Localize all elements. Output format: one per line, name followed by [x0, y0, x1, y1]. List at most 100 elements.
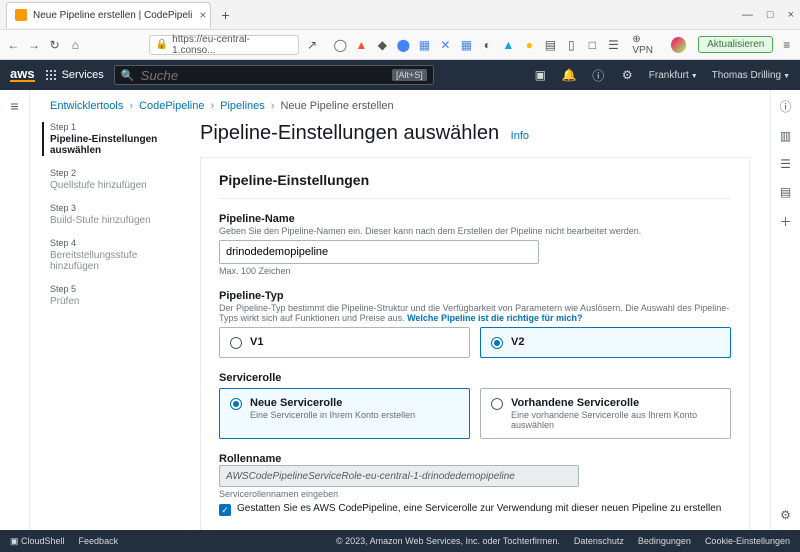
role-label: Servicerolle [219, 372, 731, 384]
close-window-icon[interactable]: × [788, 9, 794, 21]
breadcrumb-link[interactable]: CodePipeline [139, 100, 204, 112]
footer-cookies[interactable]: Cookie-Einstellungen [705, 536, 790, 546]
name-hint: Geben Sie den Pipeline-Namen ein. Dieser… [219, 226, 731, 236]
type-help-link[interactable]: Welche Pipeline ist die richtige für mic… [407, 313, 582, 323]
shield-icon[interactable]: ◯ [333, 38, 347, 52]
update-button[interactable]: Aktualisieren [698, 36, 773, 53]
footer-feedback[interactable]: Feedback [79, 536, 119, 546]
services-menu[interactable]: Services [45, 69, 104, 81]
rail-add-icon[interactable]: ＋ [779, 213, 791, 230]
ext-icon[interactable]: ◐ [480, 38, 494, 52]
aws-favicon [15, 9, 27, 21]
panel-heading: Pipeline-Einstellungen [219, 172, 731, 199]
close-tab-icon[interactable]: × [199, 8, 206, 22]
breadcrumb-link[interactable]: Pipelines [220, 100, 265, 112]
ext-icon[interactable]: ● [522, 38, 536, 52]
aws-console-header: aws Services 🔍 [Alt+S] ▣ 🔔 ⓘ ⚙ Frankfurt… [0, 60, 800, 90]
ext-icon[interactable]: ✕ [438, 38, 452, 52]
forward-icon[interactable]: → [27, 38, 42, 52]
step-5[interactable]: Step 5 Prüfen [50, 284, 180, 307]
search-input[interactable] [140, 68, 386, 83]
radio-icon [230, 337, 242, 349]
browser-tab-bar: Neue Pipeline erstellen | CodePipeli × +… [0, 0, 800, 30]
rolename-label: Rollenname [219, 453, 731, 465]
user-menu[interactable]: Thomas Drilling [712, 70, 790, 81]
step-2[interactable]: Step 2 Quellstufe hinzufügen [50, 168, 180, 191]
ext-icon[interactable]: ▦ [459, 38, 473, 52]
brave-icon[interactable]: ▲ [354, 38, 368, 52]
lock-icon: 🔒 [156, 39, 168, 50]
notifications-icon[interactable]: 🔔 [562, 68, 577, 83]
url-input[interactable]: 🔒 https://eu-central-1.conso... [149, 35, 299, 55]
breadcrumb-current: Neue Pipeline erstellen [280, 100, 393, 112]
window-controls: — □ × [742, 9, 794, 21]
role-new[interactable]: Neue Servicerolle Eine Servicerolle in I… [219, 388, 470, 439]
tab-title: Neue Pipeline erstellen | CodePipeli [33, 10, 192, 21]
gear-icon[interactable]: ⚙ [780, 508, 791, 522]
ext-icon[interactable]: ▲ [501, 38, 515, 52]
menu-icon[interactable]: ≡ [779, 38, 794, 52]
url-text: https://eu-central-1.conso... [172, 34, 292, 56]
ext-icon[interactable]: ◆ [375, 38, 389, 52]
radio-icon [491, 398, 503, 410]
type-label: Pipeline-Typ [219, 290, 731, 302]
allow-role-checkbox[interactable]: ✓ [219, 504, 231, 516]
search-box[interactable]: 🔍 [Alt+S] [114, 65, 434, 85]
role-existing[interactable]: Vorhandene Servicerolle Eine vorhandene … [480, 388, 731, 439]
type-hint: Der Pipeline-Typ bestimmt die Pipeline-S… [219, 303, 731, 323]
sidebar-toggle[interactable]: ≡ [0, 90, 30, 530]
ext-icon[interactable]: ▤ [543, 38, 557, 52]
minimize-icon[interactable]: — [742, 9, 753, 21]
wizard-steps: Step 1 Pipeline-Einstellungen auswählen … [50, 122, 180, 530]
page-title: Pipeline-Einstellungen auswählen Info [200, 122, 750, 145]
shortcut-hint: [Alt+S] [392, 69, 427, 81]
ext-icon[interactable]: ⬤ [396, 38, 410, 52]
help-icon[interactable]: ⓘ [591, 68, 606, 83]
new-tab-button[interactable]: + [215, 7, 235, 23]
browser-tab[interactable]: Neue Pipeline erstellen | CodePipeli × [6, 2, 211, 28]
name-sub: Max. 100 Zeichen [219, 266, 731, 276]
rolename-sub: Servicerollennamen eingeben [219, 489, 731, 499]
step-1[interactable]: Step 1 Pipeline-Einstellungen auswählen [42, 122, 180, 156]
rail-icon[interactable]: ▥ [780, 129, 791, 143]
back-icon[interactable]: ← [6, 38, 21, 52]
pipeline-type-v2[interactable]: V2 [480, 327, 731, 358]
pipeline-name-input[interactable] [219, 240, 539, 264]
vpn-label[interactable]: ⊕ VPN [632, 34, 661, 56]
footer-privacy[interactable]: Datenschutz [574, 536, 624, 546]
ext-icon[interactable]: □ [585, 38, 599, 52]
maximize-icon[interactable]: □ [767, 9, 774, 21]
right-rail: ⓘ ▥ ☰ ▤ ＋ ⚙ [770, 90, 800, 530]
step-4[interactable]: Step 4 Bereitstellungsstufe hinzufügen [50, 238, 180, 272]
console-footer: CloudShell Feedback © 2023, Amazon Web S… [0, 530, 800, 552]
info-icon[interactable]: ⓘ [779, 98, 791, 115]
ext-icon[interactable]: ☰ [606, 38, 620, 52]
footer-terms[interactable]: Bedingungen [638, 536, 691, 546]
pipeline-type-v1[interactable]: V1 [219, 327, 470, 358]
aws-logo[interactable]: aws [10, 68, 35, 82]
rail-icon[interactable]: ▤ [780, 185, 791, 199]
share-icon[interactable]: ↗ [305, 38, 320, 52]
region-selector[interactable]: Frankfurt [649, 70, 698, 81]
search-icon: 🔍 [121, 69, 135, 82]
grid-icon [45, 69, 57, 81]
rail-icon[interactable]: ☰ [780, 157, 791, 171]
address-bar: ← → ↻ ⌂ 🔒 https://eu-central-1.conso... … [0, 30, 800, 60]
cloudshell-icon[interactable]: ▣ [533, 68, 548, 83]
breadcrumb-link[interactable]: Entwicklertools [50, 100, 123, 112]
profile-avatar[interactable] [671, 37, 686, 53]
ext-icon[interactable]: ▦ [417, 38, 431, 52]
reload-icon[interactable]: ↻ [47, 38, 62, 52]
step-3[interactable]: Step 3 Build-Stufe hinzufügen [50, 203, 180, 226]
services-label: Services [62, 69, 104, 81]
settings-icon[interactable]: ⚙ [620, 68, 635, 83]
rolename-input[interactable]: AWSCodePipelineServiceRole-eu-central-1-… [219, 465, 579, 487]
name-label: Pipeline-Name [219, 213, 731, 225]
footer-cloudshell[interactable]: CloudShell [10, 536, 65, 547]
home-icon[interactable]: ⌂ [68, 38, 83, 52]
ext-icon[interactable]: ▯ [564, 38, 578, 52]
radio-icon [491, 337, 503, 349]
footer-copyright: © 2023, Amazon Web Services, Inc. oder T… [336, 536, 560, 546]
info-link[interactable]: Info [511, 130, 529, 142]
breadcrumb: Entwicklertools› CodePipeline› Pipelines… [30, 90, 770, 122]
